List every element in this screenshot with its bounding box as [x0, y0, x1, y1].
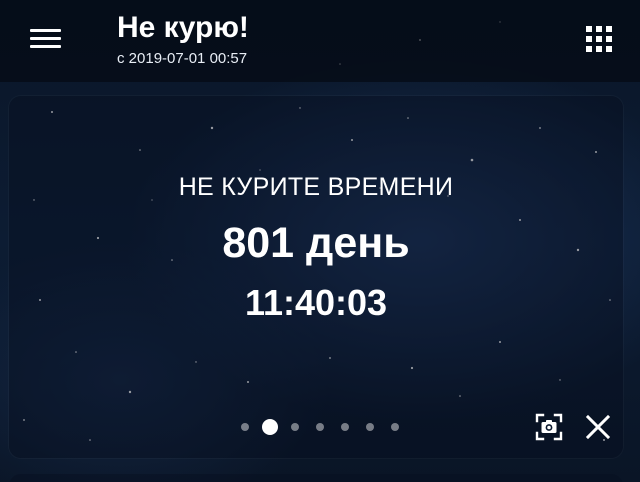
grid-apps-icon[interactable] [582, 22, 618, 58]
page-dot[interactable] [316, 423, 324, 431]
time-counter: 11:40:03 [244, 282, 388, 323]
page-dot[interactable] [366, 423, 374, 431]
page-dot[interactable] [241, 423, 249, 431]
app-title: Не курю! [117, 11, 249, 44]
camera-icon[interactable] [534, 412, 564, 442]
app-screen: Не курю! с 2019-07-01 00:57 НЕ КУРИТЕ ВР… [0, 0, 640, 482]
days-counter: 801 день [222, 219, 410, 267]
close-icon[interactable] [583, 412, 613, 442]
page-dot[interactable] [341, 423, 349, 431]
smoke-free-time-card[interactable]: НЕ КУРИТЕ ВРЕМЕНИ 801 день 11:40:03 [9, 96, 623, 458]
page-indicator [236, 418, 406, 436]
hamburger-menu-icon[interactable] [24, 22, 68, 56]
next-card-peek [9, 474, 623, 482]
app-bar: Не курю! с 2019-07-01 00:57 [0, 0, 640, 82]
page-dot-active[interactable] [262, 419, 278, 435]
page-dot[interactable] [291, 423, 299, 431]
page-dot[interactable] [391, 423, 399, 431]
card-label: НЕ КУРИТЕ ВРЕМЕНИ [178, 173, 454, 201]
quit-date-subtitle: с 2019-07-01 00:57 [117, 50, 248, 67]
